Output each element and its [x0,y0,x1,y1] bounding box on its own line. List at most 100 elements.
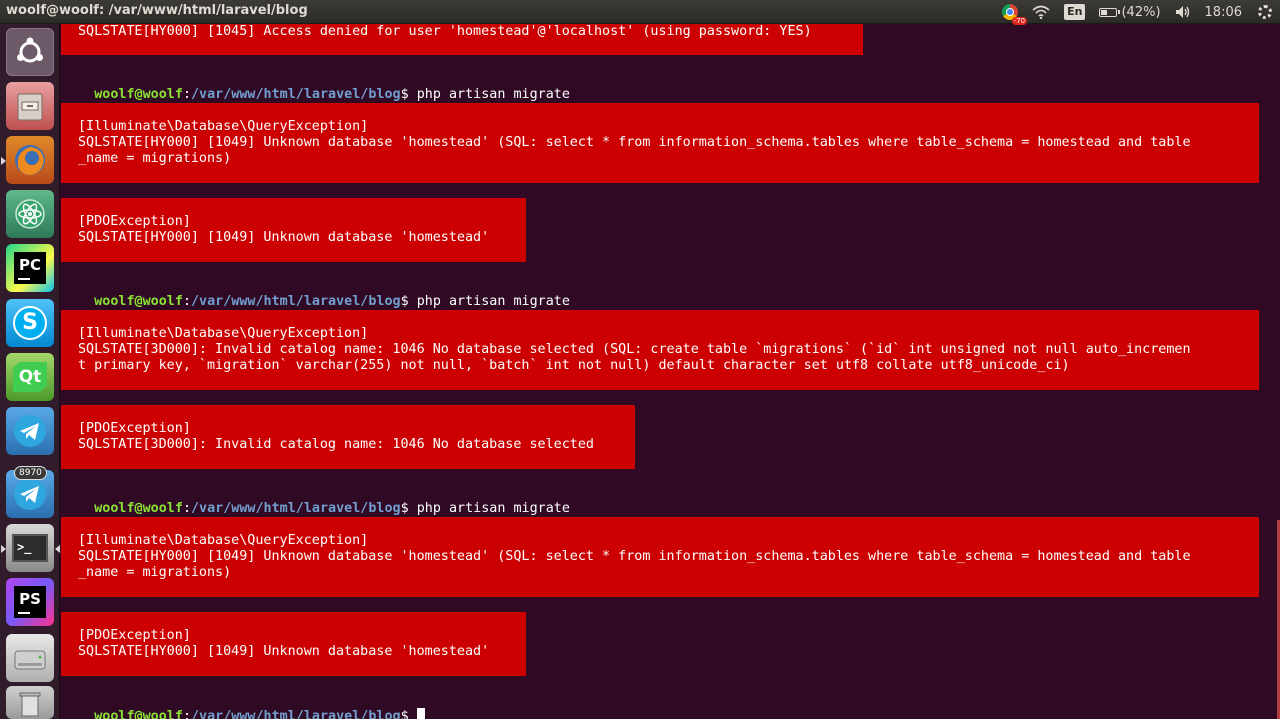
launcher-firefox[interactable] [1,136,54,184]
atom-icon [15,199,45,229]
error-line: SQLSTATE[HY000] [1049] Unknown database … [78,135,1191,150]
prompt-dollar: $ [400,87,417,102]
error-line [78,612,509,628]
launcher-telegram[interactable] [6,407,54,455]
gear-icon [1258,5,1272,19]
volume-indicator[interactable] [1175,5,1191,19]
running-indicator-icon [1,157,6,165]
prompt-separator: : [182,87,191,102]
prompt-dollar: $ [400,294,417,309]
error-lines: [Illuminate\Database\QueryException] SQLS… [78,517,1242,597]
error-block: [Illuminate\Database\QueryException] SQLS… [61,310,1259,390]
trash-icon [19,692,41,716]
error-line [78,453,618,469]
battery-indicator[interactable]: (42%) [1099,4,1161,20]
prompt-user-host: woolf@woolf [94,87,183,102]
error-block: [PDOException] SQLSTATE[HY000] [1049] Unk… [61,198,526,262]
terminal-label: >_ [17,540,32,554]
launcher-terminal[interactable]: >_ [1,524,60,572]
launcher-pycharm[interactable]: PC [6,244,54,292]
error-line: [Illuminate\Database\QueryException] [78,119,369,134]
prompt-separator: : [182,294,191,309]
error-block: [Illuminate\Database\QueryException] SQLS… [61,517,1259,597]
error-lines: [Illuminate\Database\QueryException] SQLS… [78,103,1242,183]
error-line [78,167,1242,183]
error-line: SQLSTATE[HY000] [1049] Unknown database … [78,230,490,245]
error-line [78,374,1242,390]
error-line: _name = migrations) [78,565,232,580]
prompt-separator: : [182,501,191,516]
error-line: [PDOException] [78,421,191,436]
error-line: SQLSTATE[HY000] [1049] Unknown database … [78,549,1191,564]
error-line: SQLSTATE[3D000]: Invalid catalog name: 1… [78,342,1191,357]
wifi-icon [1032,5,1050,19]
pycharm-icon: PC [14,252,46,284]
chrome-indicator[interactable]: -70 [1002,4,1028,25]
battery-icon [1099,7,1121,17]
launcher-trash[interactable] [6,686,54,719]
launcher-disk[interactable] [6,634,54,682]
error-block: [PDOException] SQLSTATE[3D000]: Invalid c… [61,405,635,469]
prompt-dollar: $ [400,501,417,516]
error-line: SQLSTATE[HY000] [1045] Access denied for… [78,24,812,39]
ubuntu-logo-icon [17,37,43,63]
error-line: [Illuminate\Database\QueryException] [78,533,369,548]
error-line: t primary key, `migration` varchar(255) … [78,358,1070,373]
terminal-output[interactable]: SQLSTATE[HY000] [1045] Access denied for… [61,24,1280,719]
error-line: [PDOException] [78,628,191,643]
launcher-qt-creator[interactable]: Qt [6,353,54,401]
window-title: woolf@woolf: /var/www/html/laravel/blog [6,3,308,18]
launcher-ubuntu-dash[interactable] [6,28,54,76]
terminal-icon: >_ [12,534,48,562]
prompt-user-host: woolf@woolf [94,501,183,516]
error-line: [PDOException] [78,214,191,229]
prompt-user-host: woolf@woolf [94,294,183,309]
wifi-indicator[interactable] [1032,5,1050,19]
error-line: SQLSTATE[3D000]: Invalid catalog name: 1… [78,437,594,452]
error-block: SQLSTATE[HY000] [1045] Access denied for… [61,24,863,55]
hard-disk-icon [14,650,46,670]
prompt-command: php artisan migrate [416,501,570,516]
prompt-command: php artisan migrate [416,294,570,309]
text-cursor [416,708,425,719]
launcher-files[interactable] [6,82,54,130]
telegram-unread-badge: 8970 [14,466,47,480]
prompt-line: woolf@woolf:/var/www/html/laravel/blog$ … [61,485,570,516]
battery-level-fill [1101,9,1107,15]
error-lines: [Illuminate\Database\QueryException] SQLS… [78,310,1242,390]
prompt-line: woolf@woolf:/var/www/html/laravel/blog$ … [61,278,570,309]
phpstorm-label: PS [19,590,41,608]
firefox-icon [15,145,45,175]
error-line: [Illuminate\Database\QueryException] [78,326,369,341]
battery-percent: (42%) [1121,4,1161,20]
focused-indicator-icon [55,545,60,553]
prompt-path: /var/www/html/laravel/blog [191,501,401,516]
error-lines: [PDOException] SQLSTATE[HY000] [1049] Unk… [78,612,509,676]
launcher-atom[interactable] [6,190,54,238]
skype-label: S [22,310,38,335]
error-line [78,581,1242,597]
prompt-path: /var/www/html/laravel/blog [191,294,401,309]
launcher-phpstorm[interactable]: PS [6,578,54,626]
system-tray: -70 En (42%) 18:06 [1002,0,1280,25]
qt-icon: Qt [13,362,47,392]
launcher: PC S Qt 8970 >_ PS [0,24,60,719]
clock[interactable]: 18:06 [1205,5,1242,20]
keyboard-layout-indicator[interactable]: En [1064,4,1086,20]
error-lines: [PDOException] SQLSTATE[3D000]: Invalid c… [78,405,618,469]
top-panel: woolf@woolf: /var/www/html/laravel/blog … [0,0,1280,25]
error-line: _name = migrations) [78,151,232,166]
error-lines: SQLSTATE[HY000] [1045] Access denied for… [78,24,846,40]
error-line [78,405,618,421]
prompt-path: /var/www/html/laravel/blog [191,87,401,102]
session-menu[interactable] [1258,5,1272,19]
error-lines: [PDOException] SQLSTATE[HY000] [1049] Unk… [78,198,509,262]
error-line [78,660,509,676]
launcher-telegram-2[interactable]: 8970 [6,466,54,518]
pycharm-label: PC [18,256,41,274]
error-line [78,517,1242,533]
telegram-icon [14,478,46,510]
error-line: SQLSTATE[HY000] [1049] Unknown database … [78,644,490,659]
keyboard-layout-label: En [1064,4,1086,20]
launcher-skype[interactable]: S [6,299,54,347]
